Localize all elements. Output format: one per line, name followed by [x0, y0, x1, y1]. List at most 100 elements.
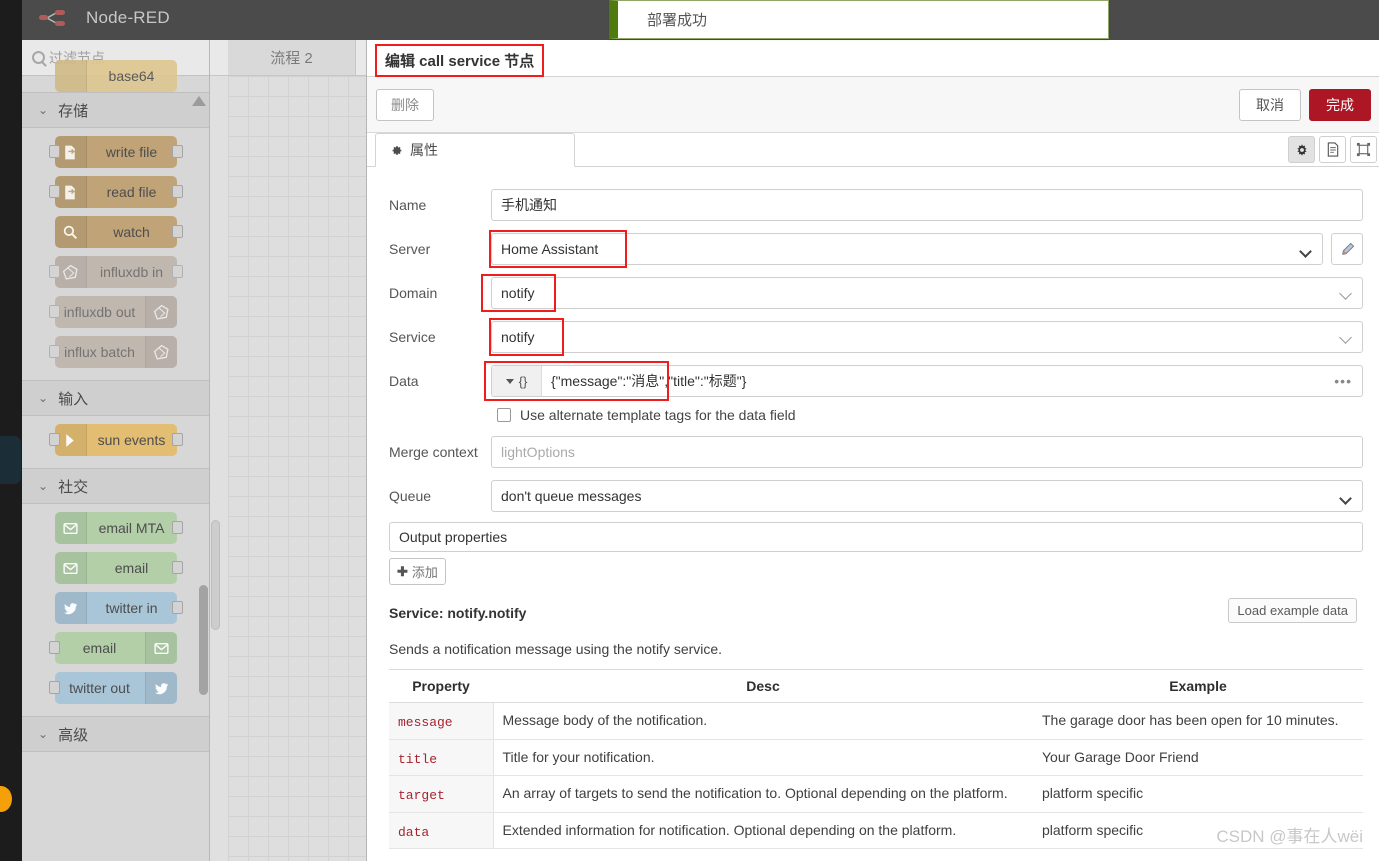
palette-node-label: base64	[108, 68, 155, 84]
node-input-port[interactable]	[48, 145, 60, 158]
node-input-port[interactable]	[48, 345, 60, 358]
twitter-icon	[154, 682, 168, 694]
domain-select[interactable]: notify	[491, 277, 1363, 309]
rail-orange-marker	[0, 786, 12, 812]
name-row: Name 手机通知	[383, 189, 1363, 221]
table-cell-desc: Title for your notification.	[493, 739, 1033, 777]
table-cell-property: message	[389, 702, 494, 740]
node-output-port[interactable]	[171, 601, 183, 614]
delete-button[interactable]: 删除	[376, 89, 434, 121]
canvas-scrollbar-left[interactable]	[211, 520, 220, 630]
palette-category-label: 社交	[58, 478, 89, 496]
node-output-port[interactable]	[171, 225, 183, 238]
name-input[interactable]: 手机通知	[491, 189, 1363, 221]
palette-node-watch[interactable]: watch	[54, 216, 183, 248]
node-output-port[interactable]	[171, 521, 183, 534]
table-header-desc: Desc	[493, 669, 1033, 703]
magnifier-icon	[63, 225, 77, 239]
twitter-icon	[63, 602, 77, 614]
node-input-port[interactable]	[48, 641, 60, 654]
gear-icon-button[interactable]	[1288, 136, 1315, 163]
table-cell-property: target	[389, 775, 494, 813]
table-cell-desc: Extended information for notification. O…	[493, 812, 1033, 850]
influxdb-icon	[153, 304, 169, 320]
table-row: title Title for your notification. Your Ga…	[389, 739, 1363, 777]
table-cell-property: title	[389, 739, 494, 777]
palette-category-社交[interactable]: ⌄ 社交	[22, 468, 209, 504]
queue-row: Queue don't queue messages	[383, 480, 1363, 512]
node-icon-box	[54, 552, 87, 584]
output-properties-box[interactable]: Output properties	[389, 522, 1363, 552]
gear-icon	[1296, 143, 1307, 156]
flow-tab-2[interactable]: 流程 2	[228, 40, 356, 75]
table-cell-desc: An array of targets to send the notifica…	[493, 775, 1033, 813]
data-row: Data {} {"message":"消息","title":"标题"} ••…	[383, 361, 1363, 401]
flow-tab-label: 流程 2	[270, 50, 313, 67]
file-read-icon	[64, 185, 75, 199]
palette-node-email[interactable]: email	[54, 552, 183, 584]
node-icon-box	[144, 632, 177, 664]
node-icon-box	[144, 336, 177, 368]
server-edit-button[interactable]	[1331, 233, 1363, 265]
node-input-port[interactable]	[48, 305, 60, 318]
app-logo: Node-RED	[38, 8, 170, 28]
table-header-property: Property	[389, 669, 493, 703]
cancel-button[interactable]: 取消	[1239, 89, 1301, 121]
node-input-port[interactable]	[48, 433, 60, 446]
document-icon-button[interactable]	[1319, 136, 1346, 163]
node-output-port[interactable]	[171, 145, 183, 158]
tab-properties[interactable]: 属性	[375, 133, 575, 167]
load-example-data-button[interactable]: Load example data	[1228, 598, 1357, 623]
node-red-logo-icon	[39, 10, 65, 26]
palette-node-label: influx batch	[64, 344, 135, 360]
palette-node-read-file[interactable]: read file	[48, 176, 183, 208]
name-label: Name	[389, 197, 427, 213]
palette-node-email[interactable]: email	[48, 632, 177, 664]
node-input-port[interactable]	[48, 185, 60, 198]
palette-node-influx-batch[interactable]: influx batch	[48, 336, 177, 368]
palette-node-sun-events[interactable]: sun events	[48, 424, 183, 456]
domain-label: Domain	[389, 285, 438, 301]
service-select[interactable]: notify	[491, 321, 1363, 353]
palette-node-influxdb-in[interactable]: influxdb in	[48, 256, 183, 288]
server-select[interactable]: Home Assistant	[491, 233, 1323, 265]
data-input[interactable]: {} {"message":"消息","title":"标题"} •••	[491, 365, 1363, 397]
node-output-port[interactable]	[171, 185, 183, 198]
chevron-down-icon: ⌄	[38, 727, 49, 741]
node-output-port[interactable]	[171, 265, 183, 278]
merge-context-input[interactable]: lightOptions	[491, 436, 1363, 468]
palette-node-twitter-in[interactable]: twitter in	[54, 592, 183, 624]
app-root: Node-RED 过滤节点 base64 ⌄ 存储 write file read f…	[0, 0, 1379, 861]
data-type-selector[interactable]: {}	[492, 366, 542, 396]
palette-category-存储[interactable]: ⌄ 存储	[22, 92, 209, 128]
done-button[interactable]: 完成	[1309, 89, 1371, 121]
node-output-port[interactable]	[171, 433, 183, 446]
data-label: Data	[389, 373, 419, 389]
node-palette: 过滤节点 base64 ⌄ 存储 write file read file watch i…	[22, 40, 210, 861]
palette-node-twitter-out[interactable]: twitter out	[48, 672, 177, 704]
palette-node-influxdb-out[interactable]: influxdb out	[48, 296, 177, 328]
ellipsis-icon[interactable]: •••	[1334, 373, 1362, 389]
palette-scroll-up-arrow[interactable]	[192, 96, 206, 106]
queue-select[interactable]: don't queue messages	[491, 480, 1363, 512]
table-cell-example: platform specific	[1033, 775, 1363, 813]
palette-node-email-MTA[interactable]: email MTA	[54, 512, 183, 544]
palette-category-高级[interactable]: ⌄ 高级	[22, 716, 209, 752]
node-input-port[interactable]	[48, 681, 60, 694]
palette-scrollbar[interactable]	[199, 585, 208, 695]
left-rail	[0, 0, 22, 861]
palette-node-label: twitter out	[69, 680, 130, 696]
add-button[interactable]: ✚ 添加	[389, 558, 446, 585]
node-output-port[interactable]	[171, 561, 183, 574]
service-info-header: Service: notify.notify Load example data	[389, 598, 1363, 623]
table-cell-desc: Message body of the notification.	[493, 702, 1033, 740]
palette-node-base64[interactable]: base64	[54, 60, 177, 92]
palette-category-输入[interactable]: ⌄ 输入	[22, 380, 209, 416]
node-input-port[interactable]	[48, 265, 60, 278]
palette-node-label: write file	[105, 144, 158, 160]
palette-node-write-file[interactable]: write file	[48, 136, 183, 168]
data-value[interactable]: {"message":"消息","title":"标题"}	[542, 371, 1334, 391]
palette-node-label: sun events	[97, 432, 166, 448]
alt-template-checkbox[interactable]	[497, 408, 511, 422]
expand-icon-button[interactable]	[1350, 136, 1377, 163]
